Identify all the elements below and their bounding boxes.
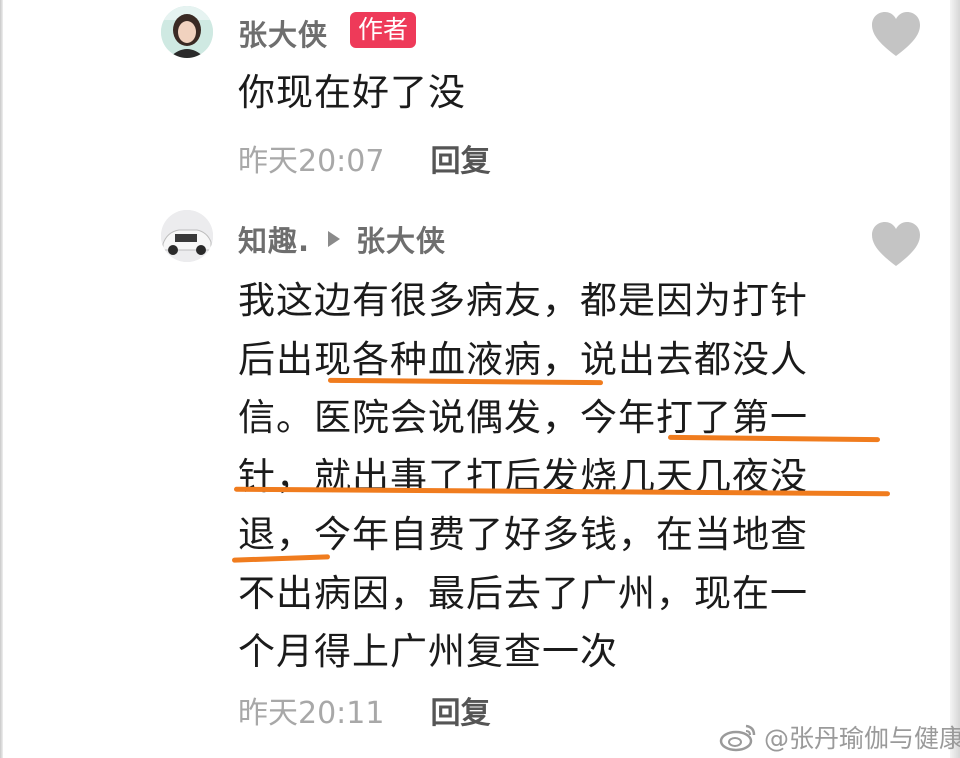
comment-line: 不出病因，最后去了广州，现在一 [238, 571, 808, 615]
comment-username[interactable]: 知趣. [238, 218, 310, 260]
author-badge: 作者 [350, 12, 417, 48]
comment-line: 个月得上广州复查一次 [238, 630, 618, 673]
screen-edge-right [950, 0, 960, 758]
comment-username[interactable]: 张大侠 [238, 12, 328, 54]
reply-to-username[interactable]: 张大侠 [356, 218, 446, 260]
comment-text: 你现在好了没 [238, 71, 466, 114]
heart-icon[interactable] [870, 10, 922, 58]
comment-line: 退，今年自费了好多钱，在当地查 [238, 513, 808, 556]
comment-time: 昨天20:11 [238, 696, 385, 731]
comment-line: 我这边有很多病友，都是因为打针 [238, 279, 808, 322]
heart-icon[interactable] [870, 220, 922, 268]
avatar-author[interactable] [161, 6, 213, 58]
comment-time: 昨天20:07 [238, 144, 385, 179]
avatar-commenter[interactable] [161, 210, 213, 262]
reply-arrow-icon [328, 231, 341, 247]
comment-line: 针，就出事了打后发烧几天几夜没 [238, 454, 808, 498]
comment-meta: 昨天20:07 回复 [238, 136, 490, 180]
reply-button[interactable]: 回复 [430, 136, 490, 180]
comment-header: 知趣. 张大侠 [238, 218, 446, 260]
reply-button[interactable]: 回复 [430, 688, 490, 732]
comment-text: 我这边有很多病友，都是因为打针 后出现各种血液病，说出去都没人 信。医院会说偶发… [238, 272, 858, 682]
watermark-text: @张丹瑜伽与健康 [764, 724, 960, 753]
weibo-icon [719, 724, 756, 752]
watermark: @张丹瑜伽与健康 [718, 720, 960, 754]
screen-edge-left [0, 0, 3, 758]
comment-meta: 昨天20:11 回复 [238, 688, 490, 732]
